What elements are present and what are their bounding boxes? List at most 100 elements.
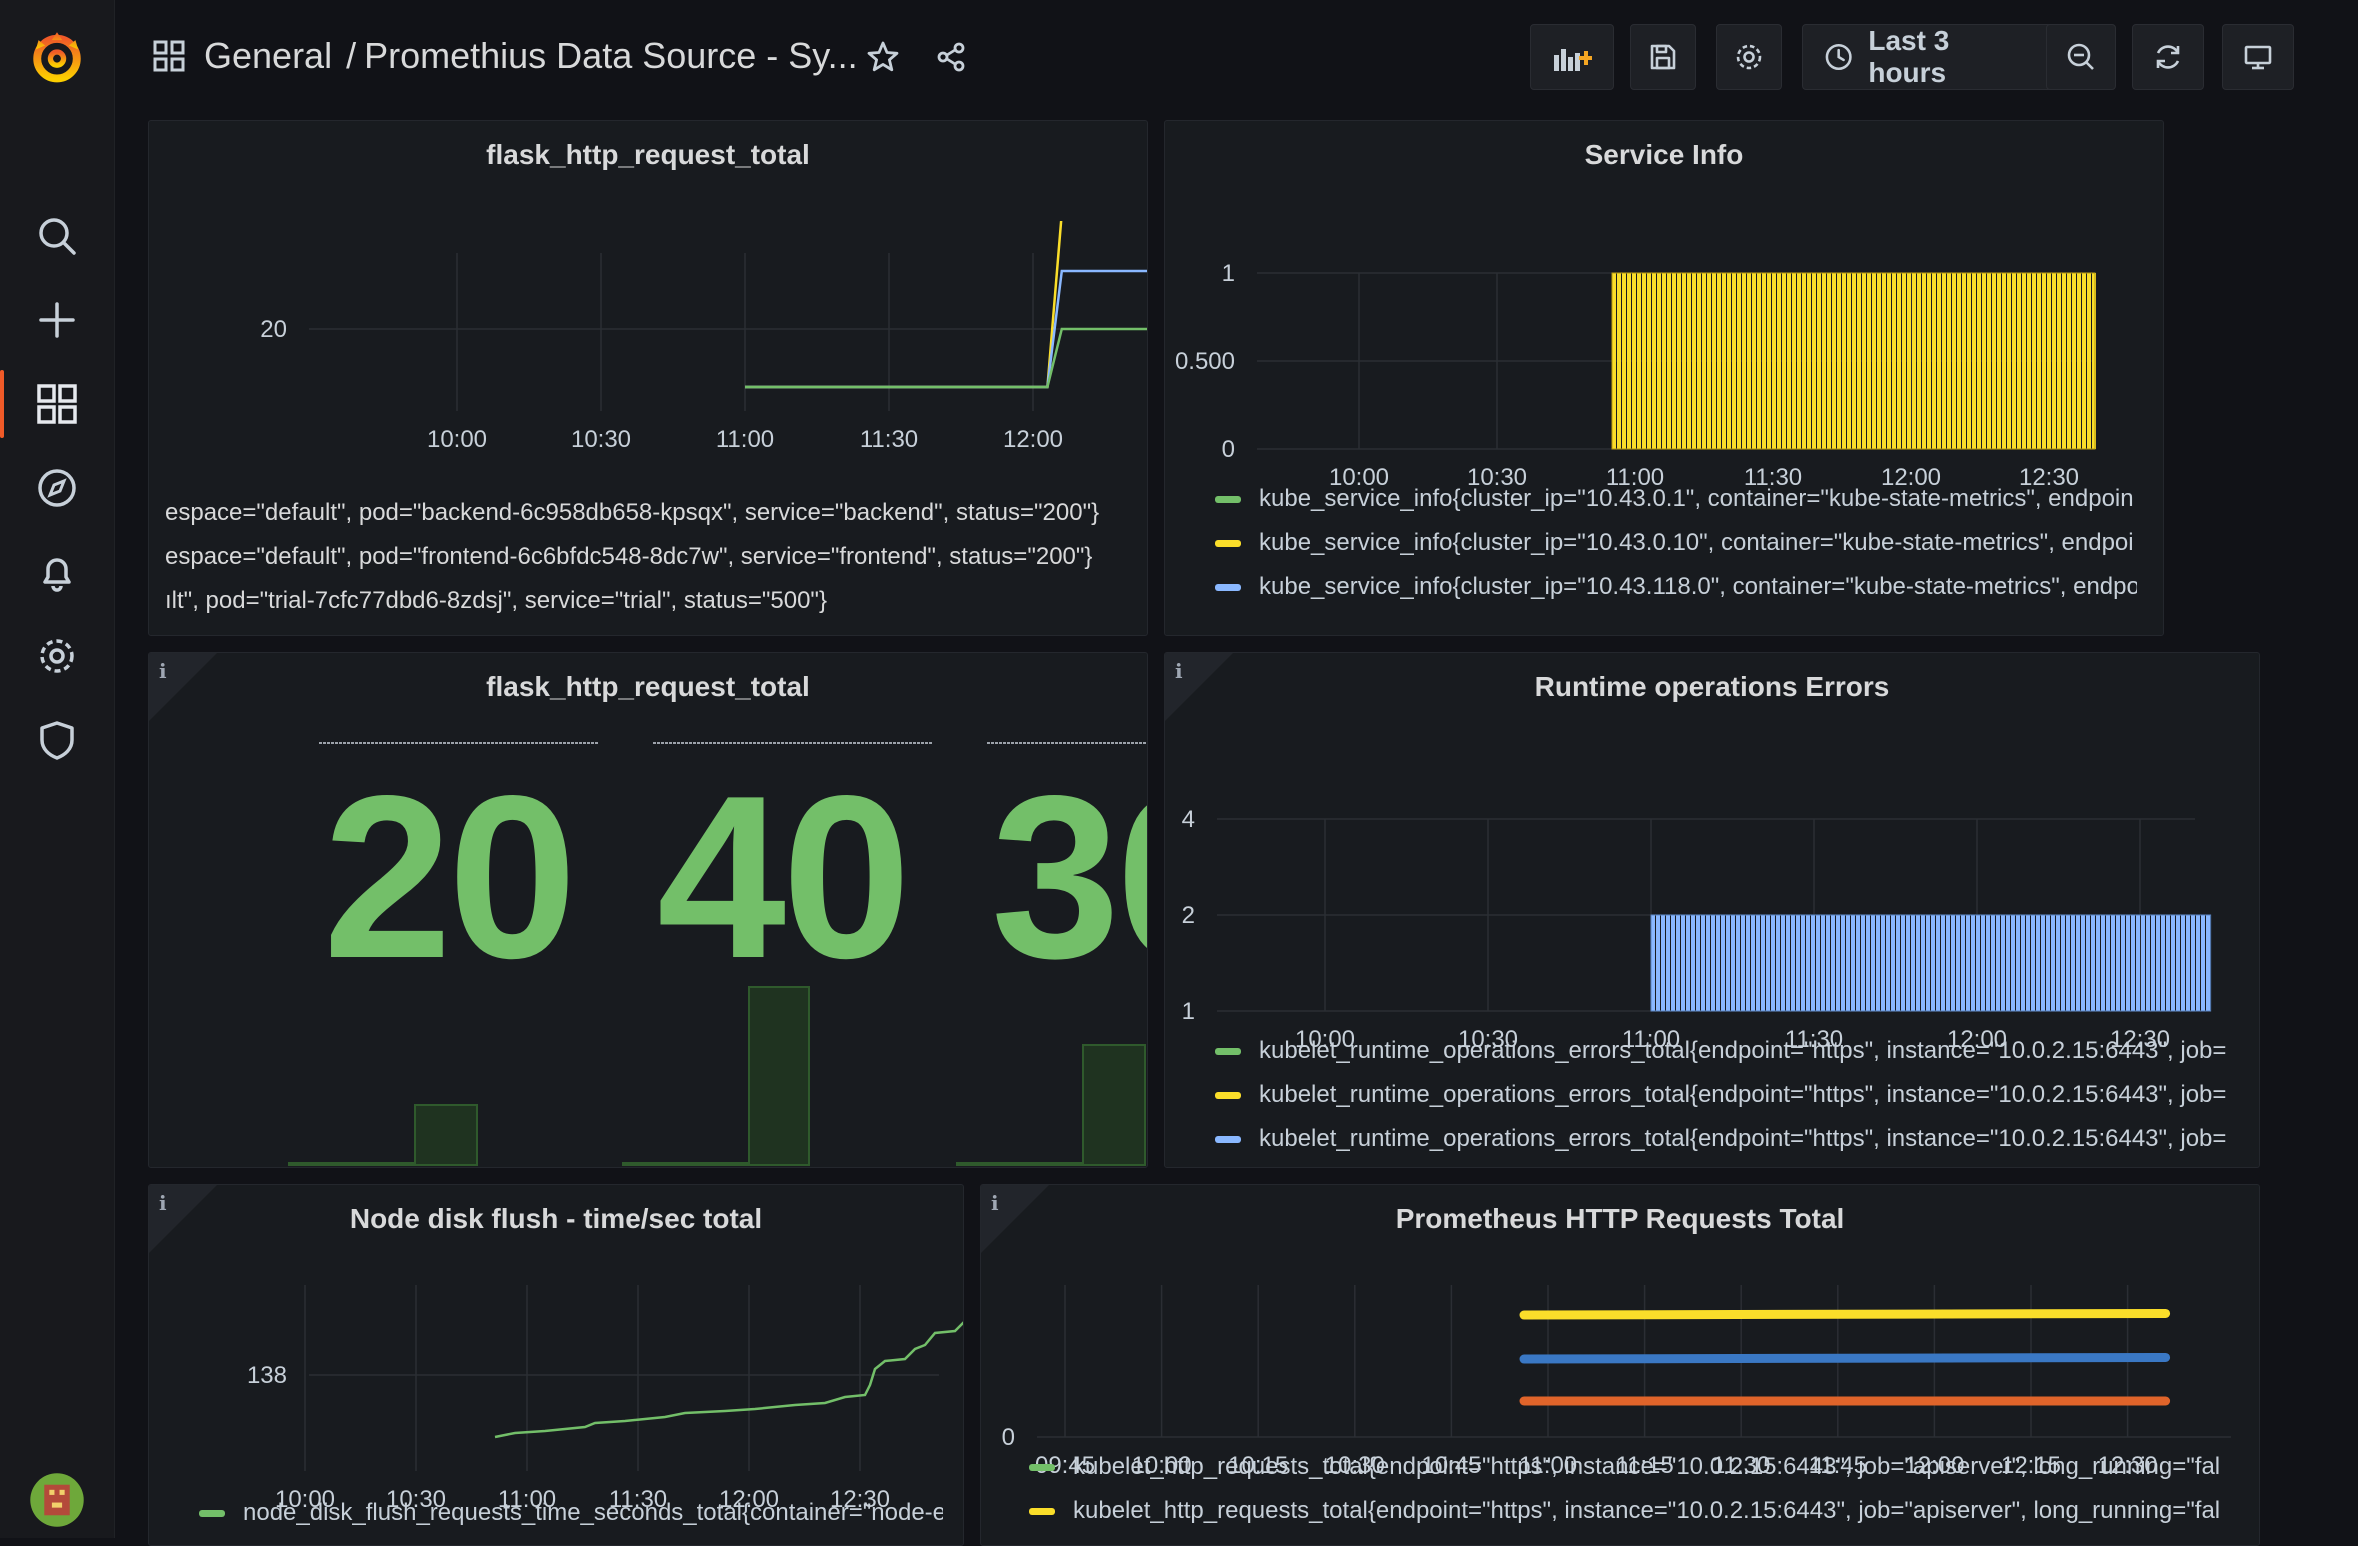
- legend-item[interactable]: kubelet_runtime_operations_errors_total{…: [1215, 1073, 2233, 1117]
- bar: [2067, 273, 2071, 449]
- grafana-logo[interactable]: [0, 14, 114, 98]
- bar: [2056, 915, 2060, 1011]
- legend-item[interactable]: kubelet_runtime_operations_errors_total{…: [1215, 1117, 2233, 1161]
- legend-service-info: kube_service_info{cluster_ip="10.43.0.1"…: [1215, 477, 2137, 609]
- bar: [1936, 915, 1940, 1011]
- panel-service-info[interactable]: Service Info 10:0010:3011:0011:3012:0012…: [1164, 120, 2164, 636]
- legend-item[interactable]: kube_service_info{cluster_ip="10.43.0.1"…: [1215, 477, 2137, 521]
- sidebar-profile[interactable]: [0, 1458, 114, 1542]
- bar: [1821, 915, 1825, 1011]
- plus-icon: [35, 298, 79, 342]
- bar: [1917, 273, 1921, 449]
- bar: [1802, 273, 1806, 449]
- panel-node-disk-flush[interactable]: i Node disk flush - time/sec total 10:00…: [148, 1184, 964, 1546]
- sidebar-configuration[interactable]: [0, 614, 114, 698]
- bar: [1702, 273, 1706, 449]
- sidebar-explore[interactable]: [0, 446, 114, 530]
- bar: [2131, 915, 2135, 1011]
- share-button[interactable]: [926, 26, 976, 88]
- bar: [2022, 273, 2026, 449]
- bar: [2082, 273, 2086, 449]
- bar: [1916, 915, 1920, 1011]
- bar: [1836, 915, 1840, 1011]
- bar: [2077, 273, 2081, 449]
- bar: [2011, 915, 2015, 1011]
- legend-item[interactable]: kubelet_http_requests_total{endpoint="ht…: [1029, 1445, 2239, 1489]
- add-panel-button[interactable]: [1530, 24, 1614, 90]
- bar: [1742, 273, 1746, 449]
- star-button[interactable]: [858, 26, 908, 88]
- bar: [1667, 273, 1671, 449]
- bar: [2121, 915, 2125, 1011]
- legend-item[interactable]: kube_service_info{cluster_ip="10.43.118.…: [1215, 565, 2137, 609]
- bar: [1801, 915, 1805, 1011]
- bar: [1782, 273, 1786, 449]
- bar: [1876, 915, 1880, 1011]
- panel-flask-requests-graph[interactable]: flask_http_request_total 10:0010:3011:00…: [148, 120, 1148, 636]
- tv-mode-button[interactable]: [2222, 24, 2294, 90]
- bar: [1872, 273, 1876, 449]
- refresh-button[interactable]: [2132, 24, 2204, 90]
- sidebar-alerting[interactable]: [0, 530, 114, 614]
- legend-label: kube_service_info{cluster_ip="10.43.0.1"…: [1259, 485, 2134, 513]
- bar: [2036, 915, 2040, 1011]
- legend-item[interactable]: node_disk_flush_requests_time_seconds_to…: [199, 1491, 943, 1535]
- bar: [1977, 273, 1981, 449]
- panel-runtime-errors[interactable]: i Runtime operations Errors 10:0010:3011…: [1164, 652, 2260, 1168]
- bar: [1842, 273, 1846, 449]
- dashboard-title[interactable]: Promethius Data Source - Sy...: [364, 35, 858, 77]
- bar: [1781, 915, 1785, 1011]
- avatar: [29, 1472, 85, 1528]
- breadcrumb-folder[interactable]: General: [204, 35, 332, 77]
- bar: [2176, 915, 2180, 1011]
- zoom-out-button[interactable]: [2046, 24, 2116, 90]
- bar: [1856, 915, 1860, 1011]
- bar: [1812, 273, 1816, 449]
- bar: [2111, 915, 2115, 1011]
- legend-item[interactable]: espace="default", pod="backend-6c958db65…: [165, 491, 1125, 535]
- bar: [1691, 915, 1695, 1011]
- bar: [1967, 273, 1971, 449]
- monitor-icon: [2242, 41, 2274, 73]
- legend-prometheus-http-requests: kubelet_http_requests_total{endpoint="ht…: [1029, 1445, 2239, 1533]
- legend-item[interactable]: espace="default", pod="frontend-6c6bfdc5…: [165, 535, 1125, 579]
- bar: [1612, 273, 1616, 449]
- sidebar-server-admin[interactable]: [0, 698, 114, 782]
- bar: [1752, 273, 1756, 449]
- save-dashboard-button[interactable]: [1630, 24, 1696, 90]
- legend-item[interactable]: kube_service_info{cluster_ip="10.43.0.10…: [1215, 521, 2137, 565]
- bar: [1676, 915, 1680, 1011]
- sidebar-create[interactable]: [0, 278, 114, 362]
- top-nav: General / Promethius Data Source - Sy...…: [114, 0, 2358, 110]
- sidebar-dashboards[interactable]: [0, 362, 114, 446]
- legend-node-disk-flush: node_disk_flush_requests_time_seconds_to…: [199, 1491, 943, 1535]
- legend-swatch: [199, 1510, 225, 1517]
- bar: [1617, 273, 1621, 449]
- bar: [1881, 915, 1885, 1011]
- legend-swatch: [1215, 1136, 1241, 1143]
- bar: [1957, 273, 1961, 449]
- bar: [1751, 915, 1755, 1011]
- legend-item[interactable]: ılt", pod="trial-7cfc77dbd6-8zdsj", serv…: [165, 579, 1125, 623]
- x-tick-label: 11:30: [860, 426, 918, 453]
- panel-prometheus-http-requests[interactable]: i Prometheus HTTP Requests Total 09:4510…: [980, 1184, 2260, 1546]
- bar: [1826, 915, 1830, 1011]
- panel-title: Prometheus HTTP Requests Total: [981, 1203, 2259, 1235]
- bar: [1787, 273, 1791, 449]
- legend-item[interactable]: kubelet_runtime_operations_errors_total{…: [1215, 1029, 2233, 1073]
- bar: [1837, 273, 1841, 449]
- bar: [2006, 915, 2010, 1011]
- bar: [1762, 273, 1766, 449]
- legend-label: kubelet_http_requests_total{endpoint="ht…: [1073, 1453, 2220, 1481]
- legend-swatch: [1215, 584, 1241, 591]
- sidebar-search[interactable]: [0, 194, 114, 278]
- dashboard-settings-button[interactable]: [1716, 24, 1782, 90]
- bar: [1982, 273, 1986, 449]
- bar: [2181, 915, 2185, 1011]
- y-tick-label: 138: [247, 1362, 287, 1389]
- panel-flask-requests-stat[interactable]: i flask_http_request_total 204030: [148, 652, 1148, 1168]
- legend-item[interactable]: kubelet_http_requests_total{endpoint="ht…: [1029, 1489, 2239, 1533]
- bar: [1956, 915, 1960, 1011]
- bar: [2191, 915, 2195, 1011]
- bar: [1927, 273, 1931, 449]
